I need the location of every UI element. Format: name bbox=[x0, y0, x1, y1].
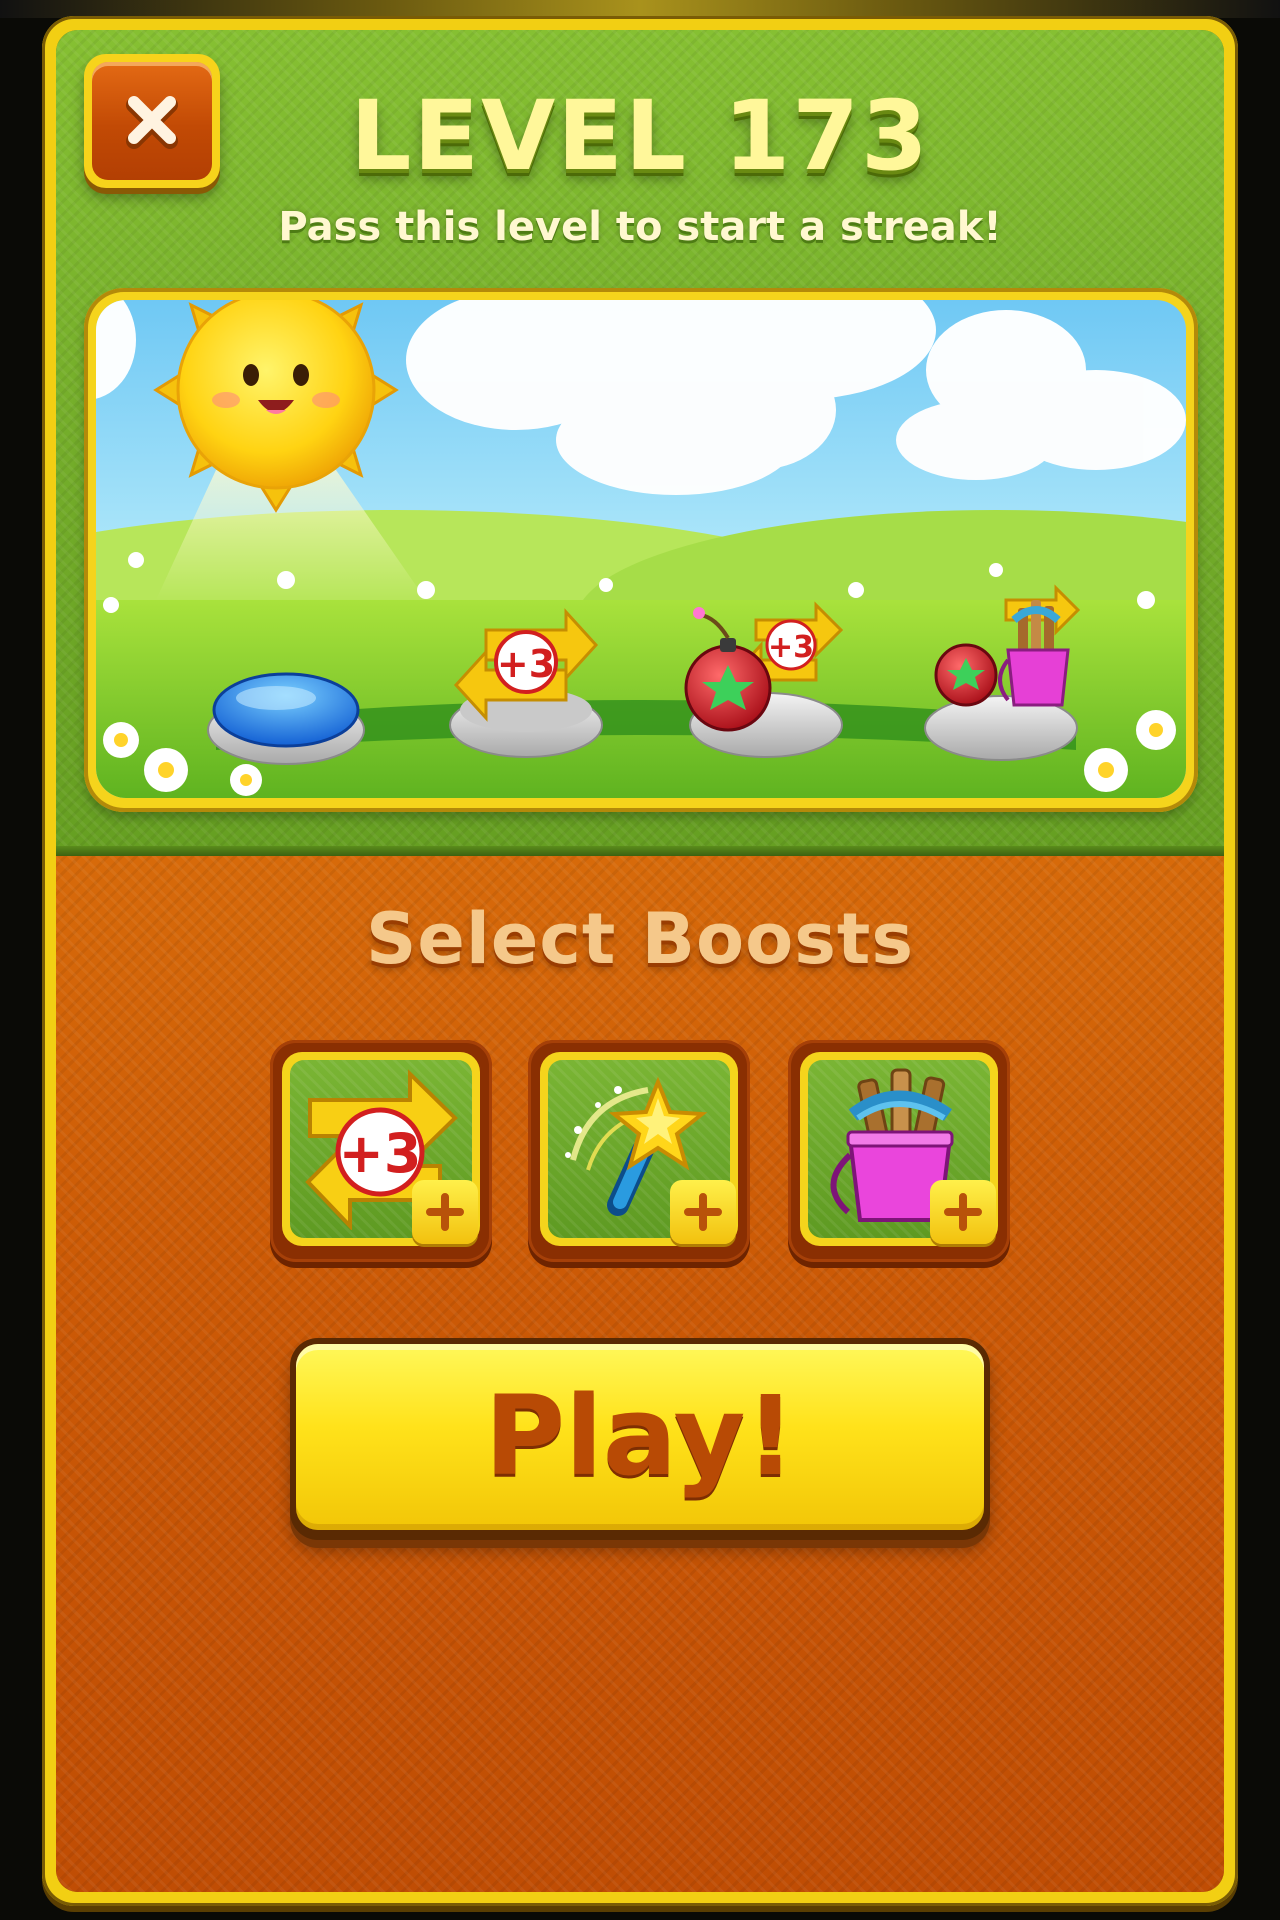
play-button[interactable]: Play! bbox=[290, 1338, 990, 1540]
streak-subtitle: Pass this level to start a streak! bbox=[278, 204, 1002, 250]
plus-icon bbox=[426, 1193, 464, 1231]
svg-text:+3: +3 bbox=[339, 1122, 422, 1185]
header-divider bbox=[56, 846, 1224, 856]
boost-magic-wand[interactable] bbox=[528, 1040, 750, 1262]
add-boost-button[interactable] bbox=[930, 1180, 996, 1244]
streak-step-1 bbox=[207, 672, 365, 765]
svg-text:+3: +3 bbox=[497, 642, 555, 686]
play-button-face: Play! bbox=[296, 1344, 984, 1530]
boost-extra-moves[interactable]: +3 bbox=[270, 1040, 492, 1262]
add-boost-button[interactable] bbox=[412, 1180, 478, 1244]
streak-preview-scene: +3 +3 bbox=[96, 300, 1186, 798]
select-boosts-heading: Select Boosts bbox=[365, 898, 914, 980]
plus-icon bbox=[944, 1193, 982, 1231]
plus-icon bbox=[684, 1193, 722, 1231]
svg-text:+3: +3 bbox=[768, 630, 814, 665]
boost-bucket[interactable] bbox=[788, 1040, 1010, 1262]
add-boost-button[interactable] bbox=[670, 1180, 736, 1244]
level-title: LEVEL 173 bbox=[350, 80, 930, 192]
meadow-illustration: +3 +3 bbox=[96, 300, 1186, 798]
play-button-label: Play! bbox=[484, 1372, 796, 1500]
blue-button-icon bbox=[212, 672, 360, 748]
